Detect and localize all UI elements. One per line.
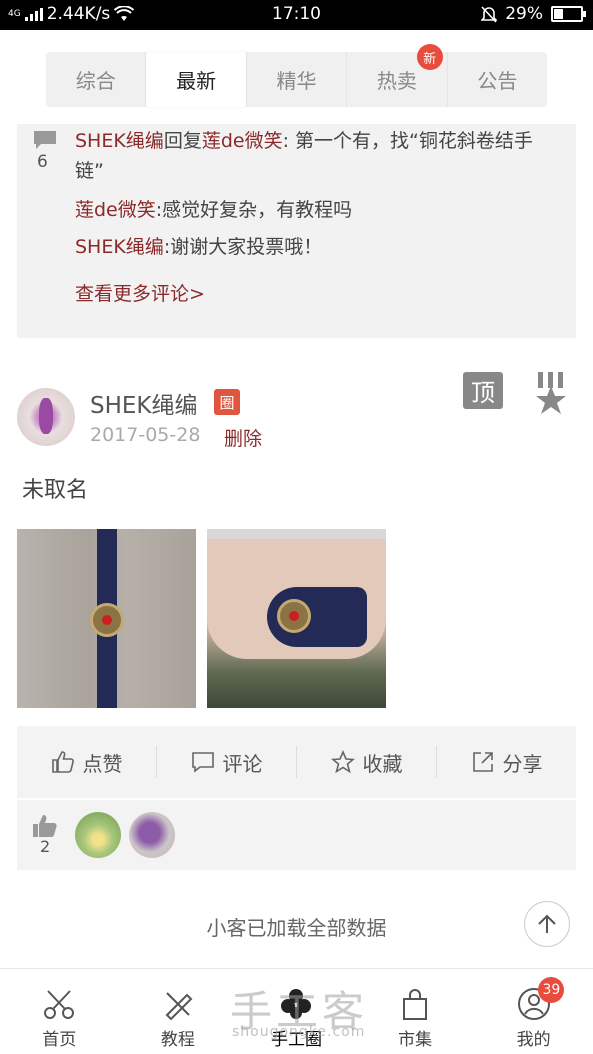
share-button[interactable]: 分享 [437, 746, 576, 778]
nav-tutorials[interactable]: 教程 [119, 969, 238, 1054]
watermark-url: shougongke.com [232, 1024, 366, 1040]
tab-featured[interactable]: 精华 [247, 52, 348, 107]
share-icon [472, 752, 493, 772]
bag-icon [403, 989, 428, 1020]
liker-avatar[interactable] [129, 812, 175, 858]
avatar[interactable] [17, 388, 75, 446]
comment-item: 莲de微笑:感觉好复杂，有教程吗 [75, 199, 353, 221]
tab-latest[interactable]: 最新 [146, 52, 247, 107]
post-title: 未取名 [22, 478, 89, 503]
medal-icon[interactable] [534, 372, 568, 414]
bracelet-flower [90, 603, 124, 637]
comment-button[interactable]: 评论 [157, 746, 297, 778]
post-photo[interactable] [207, 529, 386, 708]
thumbs-up-icon [33, 815, 57, 837]
thumbs-up-icon [51, 751, 74, 773]
post-date: 2017-05-28 [90, 424, 201, 446]
mute-bell-icon [481, 6, 498, 23]
top-button[interactable]: 顶 [463, 372, 503, 409]
battery-icon [551, 6, 586, 22]
battery-percent: 29% [505, 4, 543, 24]
nav-market[interactable]: 市集 [356, 969, 475, 1054]
scissors-icon [44, 990, 75, 1019]
new-badge: 新 [416, 44, 443, 70]
post-photo[interactable] [17, 529, 196, 708]
comment-count: 6 [37, 152, 48, 172]
comment-user[interactable]: 莲de微笑 [75, 199, 156, 221]
post-username[interactable]: SHEK绳编 [90, 386, 198, 420]
scroll-to-top-button[interactable] [524, 901, 570, 947]
nav-mine[interactable]: 我的 39 [474, 969, 593, 1054]
action-bar: 点赞 评论 收藏 分享 [17, 726, 576, 798]
arrow-up-icon [538, 914, 556, 933]
delete-button[interactable]: 删除 [224, 424, 262, 451]
filter-tabs: 综合 最新 精华 热卖新 公告 [46, 44, 547, 107]
comment-item: SHEK绳编:谢谢大家投票哦！ [75, 236, 323, 258]
liker-avatar[interactable] [75, 812, 121, 858]
comment-icon [191, 752, 214, 773]
status-bar: 4G 2.44K/s 17:10 29% [0, 0, 593, 30]
likes-row: 2 [17, 800, 576, 870]
like-button[interactable]: 点赞 [17, 746, 157, 778]
view-more-comments-link[interactable]: 查看更多评论> [75, 279, 205, 306]
comment-user[interactable]: SHEK绳编 [75, 130, 164, 152]
comment-icon [34, 131, 56, 149]
tools-icon [165, 992, 193, 1021]
nav-home[interactable]: 首页 [0, 969, 119, 1054]
comment-user[interactable]: SHEK绳编 [75, 236, 164, 258]
star-icon [330, 750, 355, 774]
tab-announcement[interactable]: 公告 [448, 52, 547, 107]
all-loaded-text: 小客已加载全部数据 [206, 916, 387, 940]
circle-badge: 圈 [214, 389, 240, 415]
comment-reply-to[interactable]: 莲de微笑 [202, 130, 283, 152]
notification-badge: 39 [538, 977, 565, 1003]
favorite-button[interactable]: 收藏 [297, 746, 437, 778]
comment-item: SHEK绳编回复莲de微笑: 第一个有，找“铜花斜卷结手链” [75, 130, 533, 182]
bracelet-flower [277, 599, 311, 633]
tab-comprehensive[interactable]: 综合 [46, 52, 147, 107]
like-count: 2 [40, 837, 51, 856]
comments-panel: 6 SHEK绳编回复莲de微笑: 第一个有，找“铜花斜卷结手链” 莲de微笑:感… [17, 124, 576, 338]
tab-hot-sale[interactable]: 热卖新 [347, 44, 448, 107]
